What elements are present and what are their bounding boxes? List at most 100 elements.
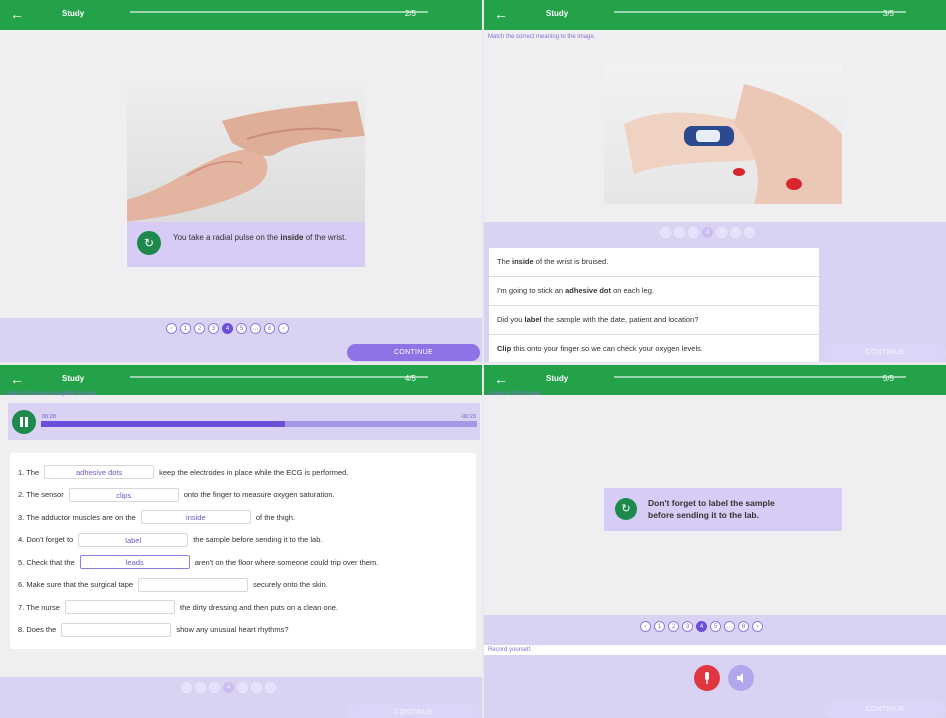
page-dot[interactable]: 3 (208, 323, 219, 334)
audio-progress-fill (41, 421, 286, 427)
lesson-progress-bar (130, 11, 428, 13)
page-dot[interactable]: 5 (716, 227, 727, 238)
instruction-text: Listen to this model. (488, 391, 542, 397)
answer-gap[interactable]: clips (68, 487, 179, 502)
study-panel-5: ← Study 5/5 Listen to this model. ↻ Don'… (484, 365, 946, 718)
page-dot[interactable]: 4 (702, 227, 713, 238)
line-suffix: keep the electrodes in place while the E… (159, 467, 349, 477)
line-prefix: 2. The sensor (18, 490, 64, 499)
page-dot[interactable]: 7 (265, 682, 276, 693)
model-sentence-card[interactable]: ↻ Don't forget to label the sample befor… (604, 488, 842, 531)
exercise-line: 7. The nurse the dirty dressing and then … (18, 600, 338, 614)
exercise-line: 6. Make sure that the surgical tape secur… (18, 577, 328, 592)
continue-button[interactable]: CONTINUE (824, 701, 946, 718)
line-suffix: of the thigh. (255, 512, 296, 522)
pause-icon[interactable] (12, 410, 36, 434)
lesson-progress-bar (614, 11, 906, 13)
answer-gap[interactable] (61, 622, 172, 637)
microphone-icon[interactable] (694, 665, 720, 691)
continue-button[interactable]: CONTINUE (347, 344, 480, 361)
page-dot[interactable]: › (752, 621, 763, 632)
page-dot[interactable]: 1 (660, 227, 671, 238)
page-dot[interactable]: 1 (654, 621, 665, 632)
answer-gap[interactable]: inside (140, 510, 251, 524)
page-dot[interactable]: 5 (237, 682, 248, 693)
answer-options: The inside of the wrist is bruised. I'm g… (489, 248, 819, 362)
instruction-text: Listen to this and complete the text. (4, 391, 99, 397)
page-dot[interactable]: 5 (710, 621, 721, 632)
page-dot[interactable]: › (278, 323, 289, 334)
page-dot[interactable]: 3 (209, 682, 220, 693)
page-dot[interactable]: 8 (264, 323, 275, 334)
line-suffix: aren't on the floor where someone could … (194, 557, 379, 567)
page-dot[interactable]: 7 (744, 227, 755, 238)
screen-title: Study (62, 374, 85, 383)
screen-title: Study (546, 374, 569, 383)
answer-gap[interactable]: label (78, 532, 189, 547)
card-pagination: ‹ 1 2 3 4 5… 8 › (640, 621, 763, 632)
page-dot[interactable]: 1 (181, 682, 192, 693)
audio-player: 00:28 -00:23 (8, 403, 480, 440)
refresh-icon[interactable]: ↻ (137, 231, 161, 255)
page-dot[interactable]: 6 (730, 227, 741, 238)
record-label: Record yourself. (488, 647, 532, 653)
study-panel-3: ← Study 3/5 Match the correct meaning to… (484, 0, 946, 362)
answer-gap[interactable]: leads (79, 555, 190, 569)
time-elapsed: 00:28 (42, 414, 56, 420)
line-suffix: the dirty dressing and then puts on a cl… (179, 602, 339, 612)
step-counter: 2/5 (404, 9, 416, 18)
step-counter: 3/5 (882, 9, 894, 18)
answer-gap[interactable]: adhesive dots (44, 465, 155, 479)
page-dot[interactable]: … (724, 621, 735, 632)
answer-option[interactable]: Did you label the sample with the date, … (489, 306, 819, 335)
line-prefix: 7. The nurse (18, 602, 60, 612)
exercise-line: 8. Does the show any unusual heart rhythm… (18, 622, 289, 637)
page-dot[interactable]: … (250, 323, 261, 334)
model-sentence: Don't forget to label the sample before … (648, 498, 775, 520)
page-dot[interactable]: 6 (251, 682, 262, 693)
back-arrow-icon[interactable]: ← (10, 371, 24, 387)
exercise-line: 2. The sensor clips onto the finger to mea… (18, 487, 335, 502)
page-dot[interactable]: ‹ (166, 323, 177, 334)
exercise-line: 1. The adhesive dots keep the electrodes i… (18, 465, 348, 479)
page-dot[interactable]: 2 (195, 682, 206, 693)
exercise-line: 5. Check that the leads aren't on the floo… (18, 555, 378, 569)
instruction-text: Match the correct meaning to the image. (488, 34, 596, 40)
flashcard[interactable]: ↻ You take a radial pulse on the inside … (127, 81, 365, 267)
screen-title: Study (62, 9, 85, 18)
line-suffix: show any unusual heart rhythms? (176, 625, 289, 634)
audio-scrubber[interactable] (41, 421, 477, 427)
back-arrow-icon[interactable]: ← (494, 371, 508, 387)
page-dot[interactable]: 4 (222, 323, 233, 334)
continue-button[interactable]: CONTINUE (824, 344, 946, 361)
page-dot[interactable]: 4 (696, 621, 707, 632)
step-counter: 4/5 (404, 374, 416, 383)
page-dot[interactable]: 8 (738, 621, 749, 632)
lesson-progress-bar (614, 376, 906, 378)
page-dot[interactable]: 2 (194, 323, 205, 334)
page-dot[interactable]: 3 (682, 621, 693, 632)
lesson-progress-bar (130, 376, 428, 378)
page-dot[interactable]: 1 (180, 323, 191, 334)
answer-option[interactable]: I'm going to stick an adhesive dot on ea… (489, 277, 819, 306)
back-arrow-icon[interactable]: ← (10, 6, 24, 22)
speaker-icon[interactable] (728, 665, 754, 691)
record-label-band: Record yourself. (484, 645, 946, 655)
answer-option[interactable]: The inside of the wrist is bruised. (489, 248, 819, 277)
page-dot[interactable]: 2 (668, 621, 679, 632)
page-dot[interactable]: 4 (223, 682, 234, 693)
answer-gap[interactable] (64, 600, 175, 614)
top-bar: ← Study 2/5 (0, 0, 482, 30)
page-dot[interactable]: 2 (674, 227, 685, 238)
answer-option[interactable]: Clip this onto your finger so we can che… (489, 335, 819, 362)
replay-icon[interactable]: ↻ (615, 498, 637, 520)
continue-button[interactable]: CONTINUE (347, 704, 480, 718)
gap-fill-exercise: 1. The adhesive dots keep the electrodes i… (10, 453, 476, 649)
line-prefix: 4. Don't forget to (18, 535, 74, 544)
answer-gap[interactable] (138, 577, 249, 592)
top-bar: ← Study 5/5 (484, 365, 946, 395)
back-arrow-icon[interactable]: ← (494, 6, 508, 22)
page-dot[interactable]: 5 (236, 323, 247, 334)
page-dot[interactable]: ‹ (640, 621, 651, 632)
page-dot[interactable]: 3 (688, 227, 699, 238)
